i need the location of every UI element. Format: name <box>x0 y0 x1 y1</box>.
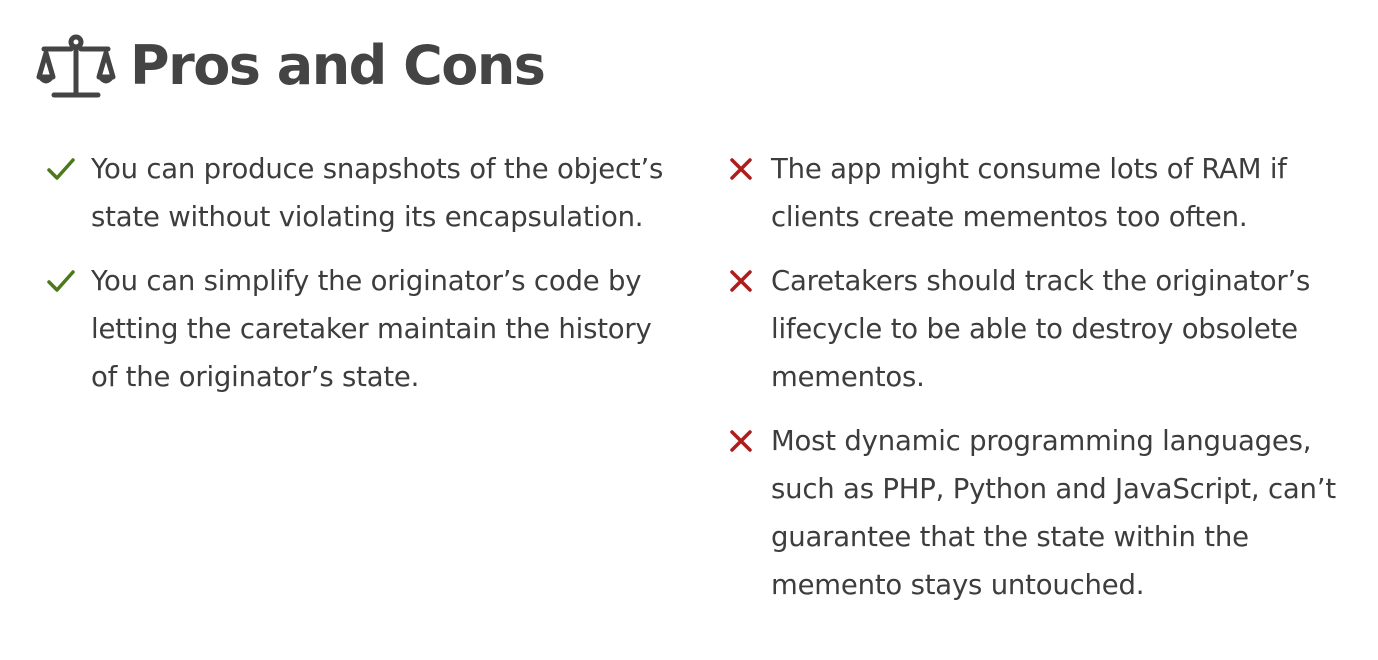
cons-item-text: Caretakers should track the originator’s… <box>771 265 1311 393</box>
cons-item-text: The app might consume lots of RAM if cli… <box>771 153 1287 233</box>
pros-list-item: You can simplify the originator’s code b… <box>46 257 666 401</box>
checkmark-icon <box>47 270 75 292</box>
cross-icon <box>730 430 752 452</box>
checkmark-icon <box>47 158 75 180</box>
page-title: Pros and Cons <box>130 34 546 97</box>
pros-list-item: You can produce snapshots of the object’… <box>46 145 666 241</box>
cons-list-item: Most dynamic programming languages, such… <box>726 417 1346 609</box>
pros-list: You can produce snapshots of the object’… <box>46 145 666 417</box>
cross-icon <box>730 270 752 292</box>
cons-item-text: Most dynamic programming languages, such… <box>771 425 1336 601</box>
section-header: Pros and Cons <box>36 26 546 106</box>
balance-scale-icon <box>36 34 116 98</box>
cons-list-item: The app might consume lots of RAM if cli… <box>726 145 1346 241</box>
pros-item-text: You can simplify the originator’s code b… <box>91 265 652 393</box>
cross-icon <box>730 158 752 180</box>
pros-item-text: You can produce snapshots of the object’… <box>91 153 664 233</box>
cons-list: The app might consume lots of RAM if cli… <box>726 145 1346 625</box>
cons-list-item: Caretakers should track the originator’s… <box>726 257 1346 401</box>
